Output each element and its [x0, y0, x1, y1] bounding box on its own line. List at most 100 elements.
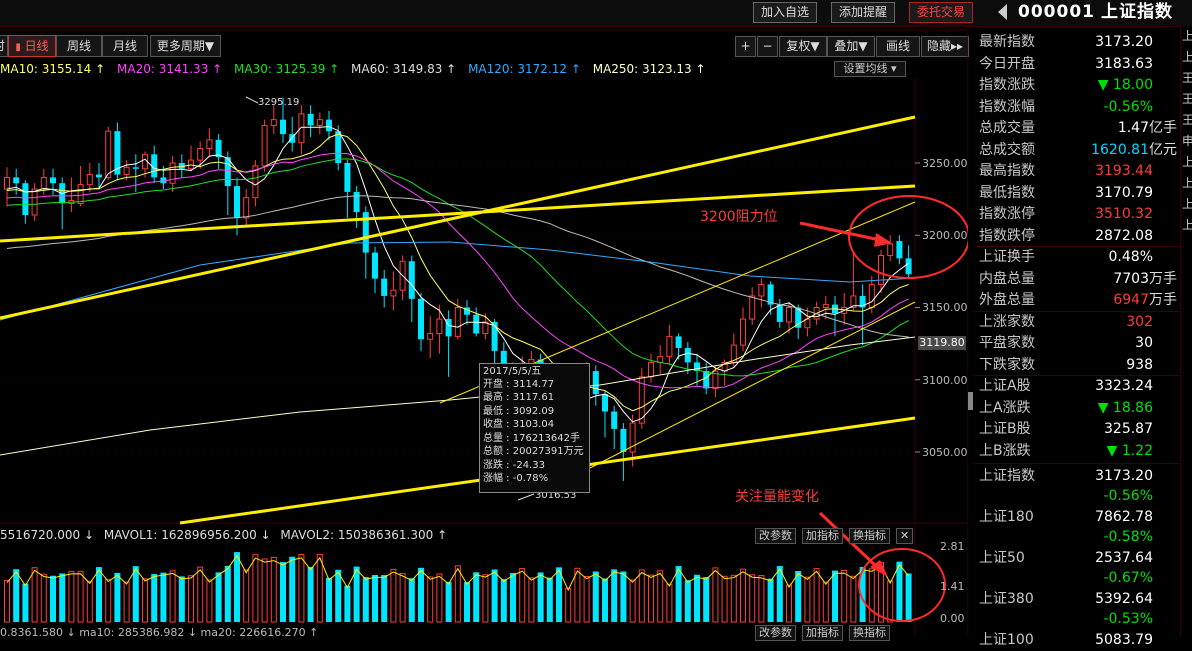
- volume-bar-up: [666, 583, 673, 623]
- resistance-arrow: [799, 221, 881, 242]
- volume-bar-up: [390, 568, 397, 623]
- volume-bar-down: [703, 577, 710, 622]
- edit-params-button[interactable]: 改参数: [755, 528, 796, 544]
- candle-up: [243, 197, 250, 219]
- volume-bar-up: [270, 556, 277, 623]
- volume-bar-down: [767, 578, 774, 622]
- close-icon[interactable]: ✕: [896, 528, 914, 544]
- index-row[interactable]: 上证指数 3173.20: [974, 466, 1179, 487]
- candle-up: [666, 335, 673, 358]
- quote-row: 今日开盘 3183.63: [974, 54, 1179, 75]
- candle-up: [40, 176, 47, 190]
- tooltip-open: 开盘 : 3114.77: [483, 379, 555, 390]
- volume-bar-down: [224, 565, 231, 622]
- candle-up: [270, 119, 277, 126]
- volume-bar-up: [813, 568, 820, 623]
- volume-bar-down: [408, 578, 415, 622]
- tooltip-pct: 涨幅 : -0.78%: [483, 473, 549, 484]
- candle-down: [280, 119, 286, 135]
- add-indicator-button-2[interactable]: 加指标: [802, 625, 843, 641]
- volume-bar-up: [850, 575, 857, 623]
- quote-row: 上证B股 325.87: [974, 419, 1179, 440]
- candle-up: [427, 333, 434, 340]
- tooltip-close: 收盘 : 3103.04: [483, 419, 555, 430]
- candle-down: [335, 131, 342, 163]
- volume-bar-up: [721, 575, 728, 623]
- volume-bar-down: [307, 566, 314, 622]
- volume-bar-up: [758, 575, 765, 623]
- candle-down: [611, 411, 618, 429]
- volume-bar-up: [197, 566, 204, 623]
- low-marker-arrow: [517, 493, 535, 501]
- quote-label: 内盘总量: [979, 270, 1035, 287]
- candle-up: [749, 295, 756, 320]
- quote-row: 指数涨停 3510.32: [974, 204, 1179, 225]
- volume-axis-label: 2.81: [940, 540, 965, 553]
- volume-bar-up: [749, 574, 756, 623]
- volume-bar-down: [546, 577, 553, 622]
- candle-down: [675, 336, 682, 348]
- candle-down: [592, 371, 599, 395]
- volume-bar-down: [684, 580, 691, 622]
- quote-row: 外盘总量 6947万手: [974, 290, 1179, 311]
- quote-label: 总成交量: [979, 120, 1035, 136]
- volume-bar-up: [887, 580, 894, 623]
- candle-down: [776, 304, 783, 322]
- quote-label: 指数涨跌: [979, 77, 1035, 93]
- candle-up: [648, 361, 654, 378]
- tooltip-low: 最低 : 3092.09: [483, 406, 555, 417]
- ma20-line: [6, 152, 909, 389]
- candle-up: [868, 283, 875, 309]
- edit-params-button-2[interactable]: 改参数: [755, 625, 796, 641]
- volume-bar-up: [804, 576, 811, 623]
- volume-bar-down: [491, 569, 498, 622]
- volume-bar-down: [694, 574, 700, 622]
- tooltip-date: 2017/5/5/五: [483, 366, 542, 377]
- index-row[interactable]: 上证380 5392.64: [974, 589, 1179, 610]
- quote-row: 上A涨跌 ▼ 18.86: [974, 398, 1179, 419]
- volume-bar-down: [372, 574, 378, 622]
- candle-up: [887, 243, 894, 256]
- volume-bar-up: [68, 570, 75, 623]
- volume-value: 5516720.000 ↓: [0, 528, 95, 542]
- high-marker: 3295.19: [258, 97, 300, 108]
- switch-indicator-button[interactable]: 换指标: [849, 528, 890, 544]
- back-arrow-icon[interactable]: [998, 4, 1007, 20]
- index-row[interactable]: 上证180 7862.78: [974, 507, 1179, 528]
- volume-bar-down: [602, 578, 608, 622]
- price-axis-label: 3250.00: [922, 157, 968, 170]
- quote-label: 平盘家数: [979, 335, 1035, 351]
- index-row[interactable]: 上证50 2537.64: [974, 548, 1179, 569]
- volume-axis-label: 1.41: [940, 580, 965, 593]
- candle-down: [408, 261, 415, 299]
- candle-tooltip: 2017/5/5/五 开盘 : 3114.77 最高 : 3117.61 最低 …: [479, 363, 590, 493]
- candle-up: [657, 356, 664, 363]
- volume-bar-up: [786, 584, 792, 623]
- current-price-tag: 3119.80: [918, 336, 966, 350]
- quote-value: 7703万手: [1113, 270, 1177, 287]
- ma5-line: [6, 126, 909, 423]
- candle-down: [372, 252, 378, 279]
- quote-label: 上A涨跌: [979, 399, 1031, 416]
- candle-up: [197, 148, 204, 161]
- panel-splitter[interactable]: [968, 392, 973, 410]
- candle-down: [132, 167, 139, 169]
- stock-name: 上证指数: [1100, 2, 1173, 22]
- quote-value: 3323.24: [1095, 378, 1153, 394]
- volume-bar-up: [316, 553, 323, 623]
- quote-value: -0.56%: [1103, 98, 1153, 115]
- quote-label: 最低指数: [979, 184, 1035, 201]
- add-indicator-button[interactable]: 加指标: [802, 528, 843, 544]
- candle-down: [326, 119, 332, 132]
- quote-row: 最低指数 3170.79: [974, 183, 1179, 204]
- candle-up: [206, 139, 213, 150]
- candle-up: [436, 318, 443, 335]
- quote-label: 下跌家数: [979, 356, 1035, 373]
- candle-down: [602, 394, 608, 412]
- index-row[interactable]: 上证100 5083.79: [974, 630, 1179, 651]
- tooltip-volume: 总量 : 176213642手: [483, 433, 580, 444]
- right-edge-list[interactable]: 上上王王王申上上上上: [1180, 26, 1192, 636]
- quote-label: 指数涨幅: [979, 98, 1035, 115]
- switch-indicator-button-2[interactable]: 换指标: [849, 625, 890, 641]
- volume-bar-down: [537, 572, 544, 622]
